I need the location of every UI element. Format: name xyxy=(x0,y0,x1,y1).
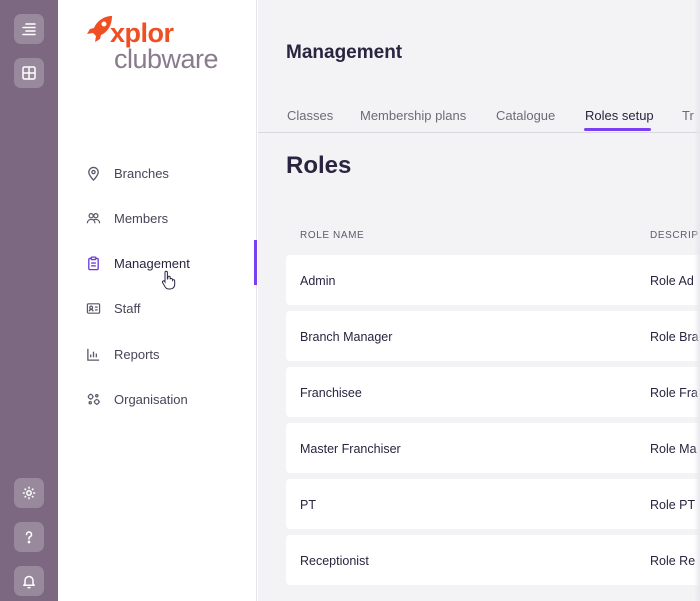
apps-grid-button[interactable] xyxy=(14,58,44,88)
table-row[interactable]: Franchisee Role Fra xyxy=(286,367,700,417)
clipboard-icon xyxy=(85,255,101,271)
settings-icon xyxy=(22,486,36,500)
role-description-cell: Role Bra xyxy=(650,330,699,344)
help-button[interactable] xyxy=(14,522,44,552)
bar-chart-icon xyxy=(85,346,101,362)
tab-truncated[interactable]: Tr xyxy=(682,108,694,123)
help-icon xyxy=(25,531,33,544)
sidebar-item-branches[interactable]: Branches xyxy=(58,153,257,193)
table-row[interactable]: PT Role PT xyxy=(286,479,700,529)
role-name-cell: Franchisee xyxy=(300,386,362,400)
torn-edge-shadow xyxy=(694,0,700,601)
role-description-cell: Role Fra xyxy=(650,386,698,400)
members-icon xyxy=(85,210,101,226)
section-title: Roles xyxy=(286,152,352,179)
sidebar-item-management[interactable]: Management xyxy=(58,243,257,283)
menu-toggle-button[interactable] xyxy=(14,14,44,44)
main-content: Management Classes Membership plans Cata… xyxy=(258,0,700,601)
sidebar-item-members[interactable]: Members xyxy=(58,198,257,238)
table-row[interactable]: Master Franchiser Role Ma xyxy=(286,423,700,473)
role-description-cell: Role Re xyxy=(650,554,696,568)
role-description-cell: Role Ma xyxy=(650,442,697,456)
org-icon xyxy=(85,391,101,407)
sidebar-item-label: Branches xyxy=(114,165,169,181)
role-description-cell: Role Ad xyxy=(650,274,694,288)
role-name-cell: Branch Manager xyxy=(300,330,393,344)
settings-button[interactable] xyxy=(14,478,44,508)
table-row[interactable]: Admin Role Ad xyxy=(286,255,700,305)
role-name-cell: PT xyxy=(300,498,316,512)
role-name-cell: Master Franchiser xyxy=(300,442,401,456)
table-row[interactable]: Branch Manager Role Bra xyxy=(286,311,700,361)
sidebar-item-organisation[interactable]: Organisation xyxy=(58,379,257,419)
active-nav-indicator xyxy=(254,240,257,285)
sidebar-item-label: Members xyxy=(114,210,169,226)
sidebar-item-label: Organisation xyxy=(114,391,188,407)
sidebar-item-label: Staff xyxy=(114,300,141,316)
xplor-clubware-logo[interactable]: xplor clubware xyxy=(86,14,246,74)
sidebar-item-reports[interactable]: Reports xyxy=(58,334,257,374)
active-tab-indicator xyxy=(584,128,651,131)
role-description-cell: Role PT xyxy=(650,498,696,512)
sidebar-item-label: Reports xyxy=(114,346,160,362)
tab-classes[interactable]: Classes xyxy=(287,108,333,123)
table-row[interactable]: Receptionist Role Re xyxy=(286,535,700,585)
sidebar: xplor clubware Branches Members Manageme… xyxy=(58,0,257,601)
bell-icon xyxy=(23,575,35,589)
column-header-role-name[interactable]: ROLE NAME xyxy=(300,230,364,241)
tab-membership-plans[interactable]: Membership plans xyxy=(360,108,466,123)
notifications-button[interactable] xyxy=(14,566,44,596)
column-header-description[interactable]: DESCRIP xyxy=(650,230,699,241)
id-card-icon xyxy=(85,300,101,316)
page-title: Management xyxy=(286,42,403,63)
sidebar-item-label: Management xyxy=(114,255,190,271)
sidebar-item-staff[interactable]: Staff xyxy=(58,288,257,328)
hand-pointer-cursor-icon xyxy=(162,270,176,290)
icon-rail xyxy=(0,0,58,601)
menu-toggle-icon xyxy=(22,23,36,36)
logo-clubware-text: clubware xyxy=(114,44,219,74)
tab-roles-setup[interactable]: Roles setup xyxy=(585,108,654,123)
role-name-cell: Receptionist xyxy=(300,554,369,568)
tab-catalogue[interactable]: Catalogue xyxy=(496,108,555,123)
grid-icon xyxy=(22,66,36,80)
role-name-cell: Admin xyxy=(300,274,336,288)
map-pin-icon xyxy=(85,165,101,181)
